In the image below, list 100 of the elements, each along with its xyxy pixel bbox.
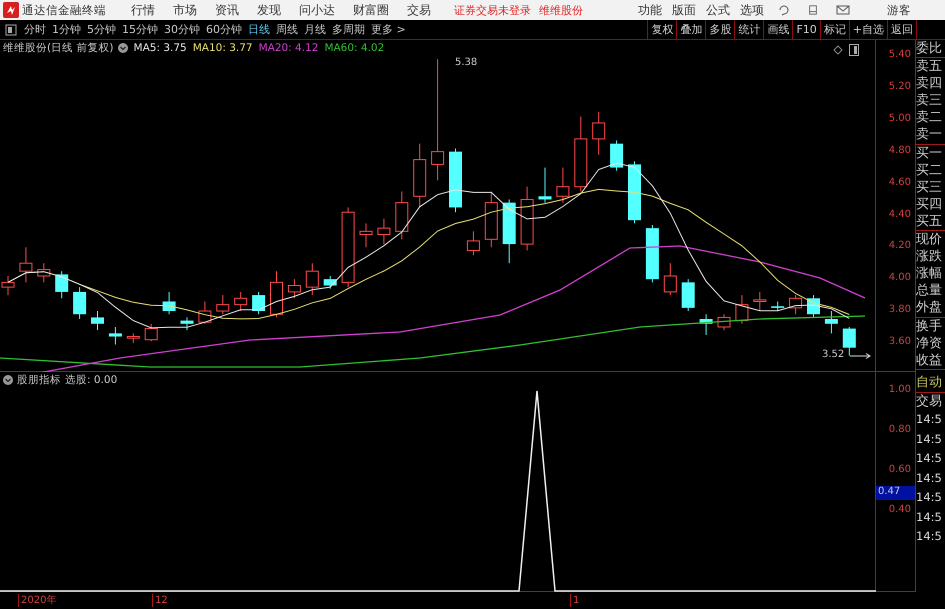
- candlestick: [270, 270, 283, 318]
- period-tab[interactable]: 60分钟: [203, 22, 245, 37]
- menu-item[interactable]: 问小达: [290, 2, 344, 18]
- candlestick: [789, 294, 802, 315]
- toolbar-button[interactable]: 叠加: [676, 20, 706, 39]
- date-axis-label: 12: [152, 594, 168, 607]
- toolbar-button[interactable]: 画线: [763, 20, 792, 39]
- toolbar-button[interactable]: F10: [792, 20, 820, 39]
- candlestick: [824, 310, 838, 334]
- candlestick: [144, 323, 158, 342]
- toolbar-button[interactable]: 复权: [647, 20, 676, 39]
- panel-icon[interactable]: [849, 44, 859, 56]
- current-value-marker: 0.47: [876, 486, 915, 500]
- candlestick: [682, 278, 695, 312]
- login-status[interactable]: 证券交易未登录: [454, 2, 531, 18]
- quote-field-label: 卖四: [916, 75, 943, 92]
- quote-field-label: 收益: [916, 352, 943, 369]
- indicator-axis-label: 0.60: [888, 464, 911, 475]
- stock-name-link[interactable]: 维维股份: [539, 2, 583, 18]
- menu-item[interactable]: 功能: [633, 2, 667, 18]
- quote-field-label: 涨幅: [916, 265, 943, 282]
- quote-field-label: 现价: [916, 231, 943, 248]
- date-axis-label: 2020年: [18, 594, 56, 607]
- indicator-axis-label: 0.80: [888, 424, 911, 435]
- menu-item[interactable]: 资讯: [206, 2, 248, 18]
- candlestick: [252, 291, 266, 315]
- diamond-icon[interactable]: [833, 45, 843, 55]
- moving-average-value: MA5: 3.75: [134, 42, 187, 54]
- period-tab[interactable]: 多周期: [329, 22, 368, 37]
- quote-field-label: 涨跌: [916, 248, 943, 266]
- app-title: 通达信金融终端: [22, 2, 106, 18]
- period-tab[interactable]: 周线: [273, 22, 301, 37]
- toolbar-button[interactable]: 返回: [887, 20, 916, 39]
- candlestick: [126, 332, 140, 344]
- price-axis-label: 3.60: [888, 336, 911, 348]
- candlestick: [234, 291, 248, 312]
- period-tab[interactable]: 月线: [301, 22, 329, 37]
- period-tab[interactable]: 日线: [245, 22, 273, 37]
- quote-field-label: 净资: [916, 334, 943, 352]
- indicator-axis-label: 0.40: [888, 504, 911, 515]
- quote-field-label: 买四: [916, 196, 943, 213]
- price-axis-label: 4.20: [888, 240, 911, 252]
- menu-item[interactable]: 发现: [248, 2, 290, 18]
- candlestick: [628, 160, 641, 224]
- quote-field-label: 买五: [916, 212, 943, 230]
- candlestick: [449, 148, 462, 213]
- trade-time: 14:5: [916, 450, 943, 468]
- low-price-label: 3.52: [822, 349, 844, 360]
- period-tab[interactable]: 30分钟: [161, 22, 203, 37]
- candlestick: [162, 291, 176, 315]
- toolbar-button[interactable]: 标记: [820, 20, 849, 39]
- candlestick: [180, 316, 194, 331]
- menu-item[interactable]: 行情: [122, 2, 164, 18]
- trade-time: 14:5: [916, 489, 943, 506]
- candlestick: [19, 246, 32, 283]
- candlestick: [753, 291, 766, 312]
- quote-field-label: 换手: [916, 318, 943, 335]
- chart-title: 维维股份(日线 前复权): [3, 41, 114, 55]
- auto-label[interactable]: 自动: [916, 374, 945, 393]
- candlestick: [842, 326, 856, 356]
- trade-header: 交易: [916, 393, 943, 410]
- toolbar-button[interactable]: 统计: [734, 20, 764, 39]
- toolbar-button[interactable]: 多股: [705, 20, 734, 39]
- candlestick: [646, 224, 659, 283]
- menu-item[interactable]: 财富圈: [344, 2, 398, 18]
- toolbar-button[interactable]: +自选: [848, 20, 887, 39]
- candlestick: [360, 222, 372, 248]
- candlestick: [73, 286, 86, 320]
- candlestick: [592, 111, 606, 156]
- candlestick: [395, 191, 408, 240]
- period-tab[interactable]: 5分钟: [84, 22, 119, 37]
- trade-time: 14:5: [916, 528, 943, 546]
- candlestick: [108, 326, 122, 346]
- dropdown-icon[interactable]: [118, 43, 128, 53]
- quote-field-label: 卖三: [916, 92, 943, 110]
- period-tab[interactable]: 分时: [21, 22, 49, 37]
- period-tab[interactable]: 1分钟: [49, 22, 84, 37]
- menu-item[interactable]: 交易: [398, 2, 440, 18]
- menu-item[interactable]: 市场: [164, 2, 206, 18]
- dropdown-icon[interactable]: [3, 375, 13, 385]
- candlestick: [735, 294, 748, 324]
- period-tab[interactable]: 15分钟: [119, 22, 161, 37]
- price-axis-label: 5.20: [888, 80, 911, 92]
- candlestick: [556, 167, 570, 204]
- moving-average-value: MA20: 4.12: [258, 42, 318, 54]
- menu-item[interactable]: 选项: [735, 2, 769, 18]
- quote-field-label: 卖一: [916, 126, 943, 144]
- moving-average-value: MA60: 4.02: [324, 42, 384, 54]
- quote-field-label: 卖五: [916, 58, 943, 76]
- candlestick: [484, 191, 498, 248]
- menu-item[interactable]: 版面: [667, 2, 701, 18]
- candlestick: [198, 300, 212, 324]
- period-tab[interactable]: 更多 >: [368, 22, 409, 37]
- indicator-value: 选股: 0.00: [65, 373, 118, 387]
- mail-icon[interactable]: [836, 4, 850, 16]
- panel-toggle-icon[interactable]: [5, 24, 17, 36]
- trade-time: 14:5: [916, 508, 943, 526]
- price-axis-label: 3.80: [888, 304, 911, 316]
- user-label[interactable]: 游客: [887, 2, 911, 18]
- menu-item[interactable]: 公式: [701, 2, 735, 18]
